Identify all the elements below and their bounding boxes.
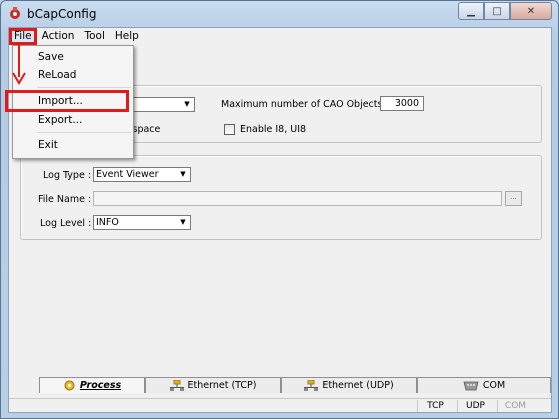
- minimize-icon: ▁: [467, 5, 475, 17]
- menu-separator: [37, 132, 131, 133]
- red-arrow-icon: [12, 45, 26, 85]
- log-level-value: INFO: [96, 217, 119, 228]
- client-area: File Action Tool Help ▼ Maximum number o…: [8, 27, 552, 413]
- status-udp: UDP: [457, 400, 493, 412]
- close-button[interactable]: ✕: [510, 2, 552, 20]
- log-type-label: Log Type :: [43, 170, 92, 181]
- network-icon: [169, 379, 184, 391]
- log-type-combo[interactable]: Event Viewer ▼: [93, 167, 191, 182]
- menu-help[interactable]: Help: [110, 28, 144, 45]
- max-cao-input[interactable]: 3000: [380, 96, 424, 111]
- close-icon: ✕: [526, 5, 536, 17]
- maximize-icon: □: [492, 5, 502, 17]
- status-tcp: TCP: [417, 400, 453, 412]
- serial-port-icon: [463, 381, 479, 390]
- import-highlight-annotation: [5, 90, 129, 112]
- browse-button[interactable]: ...: [505, 191, 522, 206]
- menu-item-export[interactable]: Export...: [38, 114, 82, 126]
- menu-item-save[interactable]: Save: [38, 51, 64, 63]
- chevron-down-icon: ▼: [184, 100, 190, 108]
- menu-bar: File Action Tool Help: [9, 28, 551, 45]
- menu-separator: [37, 87, 131, 88]
- tab-process-label: Process: [79, 380, 122, 391]
- status-com: COM: [497, 400, 533, 412]
- file-name-input[interactable]: [93, 191, 502, 206]
- tab-ethernet-tcp[interactable]: Ethernet (TCP): [145, 377, 281, 393]
- enable-i8-label: Enable I8, UI8: [240, 124, 307, 135]
- menu-action[interactable]: Action: [37, 28, 80, 45]
- network-icon: [304, 379, 319, 391]
- tab-ethernet-tcp-label: Ethernet (TCP): [187, 380, 257, 391]
- menu-file[interactable]: File: [9, 28, 37, 45]
- chevron-down-icon: ▼: [180, 170, 186, 178]
- tab-com-label: COM: [482, 380, 506, 391]
- app-icon: [10, 7, 20, 19]
- menu-item-exit[interactable]: Exit: [38, 139, 58, 151]
- tab-ethernet-udp-label: Ethernet (UDP): [322, 380, 394, 391]
- window-title: bCapConfig: [27, 7, 97, 21]
- enable-i8-checkbox[interactable]: [224, 124, 235, 135]
- tab-com[interactable]: COM: [417, 377, 551, 393]
- log-level-combo[interactable]: INFO ▼: [93, 215, 191, 230]
- tab-ethernet-udp[interactable]: Ethernet (UDP): [281, 377, 417, 393]
- file-name-label: File Name :: [38, 194, 92, 205]
- chevron-down-icon: ▼: [180, 218, 186, 226]
- log-type-value: Event Viewer: [96, 169, 159, 180]
- menu-tool[interactable]: Tool: [79, 28, 109, 45]
- tab-process[interactable]: Process: [39, 377, 145, 393]
- minimize-button[interactable]: ▁: [458, 2, 484, 20]
- tab-strip: Process Ethernet (TCP) Ethernet (UDP) CO…: [39, 377, 551, 393]
- status-bar: TCP UDP COM: [9, 398, 551, 412]
- gear-icon: [64, 380, 75, 391]
- app-window: bCapConfig ▁ □ ✕ File Action Tool Help ▼…: [0, 0, 559, 419]
- workspace-combo[interactable]: ▼: [129, 97, 195, 112]
- title-bar[interactable]: bCapConfig ▁ □ ✕: [1, 1, 558, 27]
- menu-item-reload[interactable]: ReLoad: [38, 69, 76, 81]
- log-level-label: Log Level :: [40, 218, 92, 229]
- max-cao-label: Maximum number of CAO Objects :: [221, 99, 389, 110]
- maximize-button[interactable]: □: [484, 2, 510, 20]
